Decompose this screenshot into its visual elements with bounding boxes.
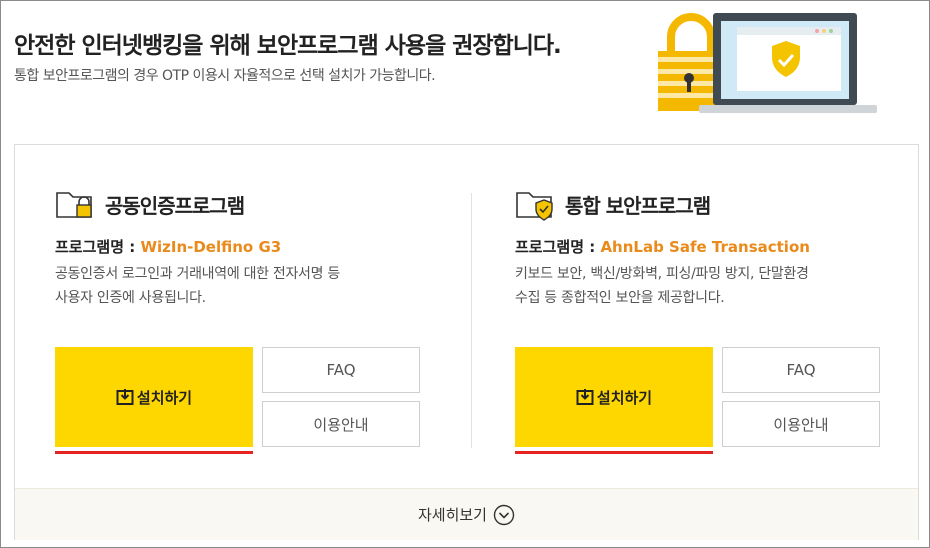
cert-program-name: 프로그램명 : WizIn-Delfino G3 xyxy=(55,236,281,257)
program-name-label: 프로그램명 : xyxy=(515,238,601,256)
install-label: 설치하기 xyxy=(596,388,653,407)
view-more-button[interactable]: 자세히보기 xyxy=(418,504,515,526)
folder-lock-icon xyxy=(56,192,92,218)
page-title: 안전한 인터넷뱅킹을 위해 보안프로그램 사용을 권장합니다. xyxy=(14,33,562,59)
install-underline xyxy=(515,451,713,454)
description-line: 사용자 인증에 사용됩니다. xyxy=(55,290,206,306)
panel-footer: 자세히보기 xyxy=(15,488,918,540)
cert-program-section: 공동인증프로그램 프로그램명 : WizIn-Delfino G3 공동인증서 … xyxy=(55,145,435,465)
description-line: 키보드 보안, 백신/방화벽, 피싱/파밍 방지, 단말환경 xyxy=(515,266,809,282)
security-program-title: 통합 보안프로그램 xyxy=(565,193,711,218)
security-program-description: 키보드 보안, 백신/방화벽, 피싱/파밍 방지, 단말환경 수집 등 종합적인… xyxy=(515,262,855,310)
security-program-section: 통합 보안프로그램 프로그램명 : AhnLab Safe Transactio… xyxy=(515,145,895,465)
program-name-value: AhnLab Safe Transaction xyxy=(600,238,810,256)
cert-guide-button[interactable]: 이용안내 xyxy=(262,401,420,447)
security-illustration xyxy=(653,9,883,119)
download-icon xyxy=(116,389,134,405)
security-program-header: 통합 보안프로그램 xyxy=(515,187,711,221)
security-program-window: 안전한 인터넷뱅킹을 위해 보안프로그램 사용을 권장합니다. 통합 보안프로그… xyxy=(0,0,930,548)
cert-program-description: 공동인증서 로그인과 거래내역에 대한 전자서명 등 사용자 인증에 사용됩니다… xyxy=(55,262,395,310)
security-install-button[interactable]: 설치하기 xyxy=(515,347,713,447)
column-divider xyxy=(471,193,472,448)
program-name-value: WizIn-Delfino G3 xyxy=(140,238,282,256)
install-underline xyxy=(55,451,253,454)
security-guide-button[interactable]: 이용안내 xyxy=(722,401,880,447)
description-line: 수집 등 종합적인 보안을 제공합니다. xyxy=(515,290,725,306)
program-name-label: 프로그램명 : xyxy=(55,238,141,256)
cert-faq-button[interactable]: FAQ xyxy=(262,347,420,393)
padlock-laptop-icon xyxy=(658,13,877,113)
security-faq-button[interactable]: FAQ xyxy=(722,347,880,393)
cert-install-button[interactable]: 설치하기 xyxy=(55,347,253,447)
view-more-label: 자세히보기 xyxy=(417,506,487,524)
page-subtitle: 통합 보안프로그램의 경우 OTP 이용시 자율적으로 선택 설치가 가능합니다… xyxy=(14,68,436,84)
install-button-content: 설치하기 xyxy=(116,387,192,408)
program-panel: 공동인증프로그램 프로그램명 : WizIn-Delfino G3 공동인증서 … xyxy=(14,144,919,540)
security-program-name: 프로그램명 : AhnLab Safe Transaction xyxy=(515,236,810,257)
install-label: 설치하기 xyxy=(136,388,193,407)
chevron-down-circle-icon xyxy=(493,504,515,525)
install-button-content: 설치하기 xyxy=(576,387,652,408)
cert-program-header: 공동인증프로그램 xyxy=(55,187,245,221)
description-line: 공동인증서 로그인과 거래내역에 대한 전자서명 등 xyxy=(55,266,340,282)
download-icon xyxy=(576,389,594,405)
cert-program-title: 공동인증프로그램 xyxy=(105,193,245,218)
folder-shield-icon xyxy=(516,192,553,221)
